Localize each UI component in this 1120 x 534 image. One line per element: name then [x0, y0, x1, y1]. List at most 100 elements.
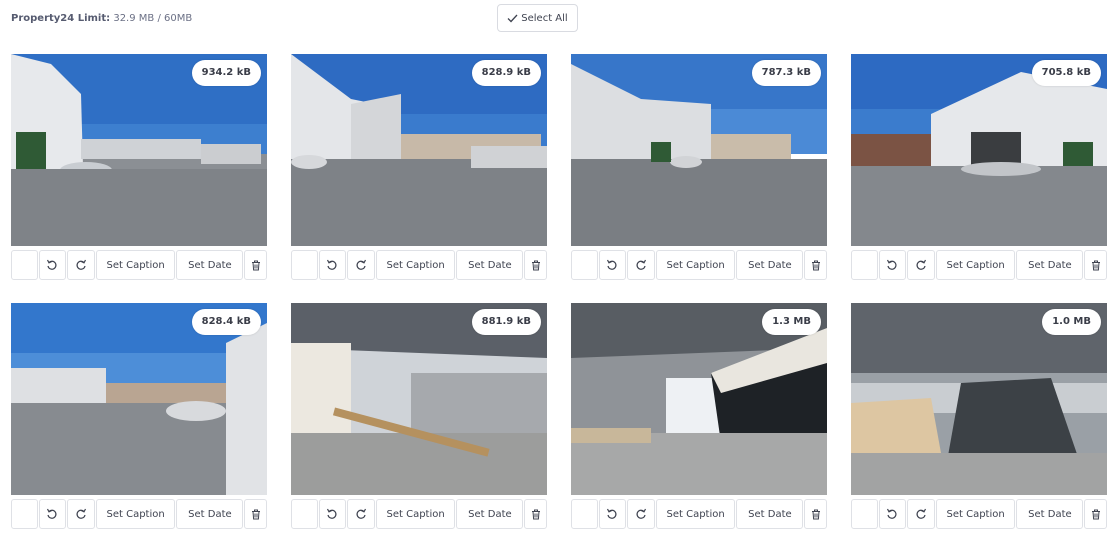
rotate-right-button[interactable]: [347, 499, 375, 529]
photo-card: 881.9 kB Set Caption Set Date: [291, 303, 548, 529]
file-size-badge: 828.9 kB: [471, 60, 541, 86]
photo-thumbnail[interactable]: 1.3 MB: [571, 303, 827, 495]
rotate-right-button[interactable]: [67, 499, 95, 529]
limit-label: Property24 Limit:: [11, 13, 111, 24]
file-size-badge: 787.3 kB: [751, 60, 821, 86]
set-caption-button[interactable]: Set Caption: [655, 499, 736, 529]
trash-icon: [1091, 509, 1100, 519]
set-date-button[interactable]: Set Date: [736, 499, 804, 529]
set-caption-button[interactable]: Set Caption: [935, 250, 1016, 280]
rotate-left-button[interactable]: [318, 499, 347, 529]
select-checkbox[interactable]: [571, 250, 598, 280]
file-size-badge: 705.8 kB: [1031, 60, 1101, 86]
file-size-badge: 828.4 kB: [191, 309, 261, 335]
rotate-right-icon: [636, 508, 646, 519]
rotate-left-icon: [607, 259, 617, 270]
select-checkbox[interactable]: [11, 250, 38, 280]
photo-thumbnail[interactable]: 934.2 kB: [11, 54, 267, 246]
set-caption-button[interactable]: Set Caption: [95, 250, 176, 280]
set-caption-button[interactable]: Set Caption: [935, 499, 1016, 529]
rotate-right-icon: [356, 259, 366, 270]
rotate-left-button[interactable]: [878, 499, 907, 529]
rotate-right-icon: [76, 508, 86, 519]
photo-card: 828.4 kB Set Caption Set Date: [11, 303, 268, 529]
rotate-right-icon: [916, 508, 926, 519]
rotate-right-button[interactable]: [907, 250, 935, 280]
set-date-button[interactable]: Set Date: [736, 250, 804, 280]
photo-actions: Set Caption Set Date: [851, 250, 1108, 280]
photo-thumbnail[interactable]: 1.0 MB: [851, 303, 1107, 495]
file-size-badge: 1.0 MB: [1042, 309, 1101, 335]
photo-card: 1.0 MB Set Caption Set Date: [851, 303, 1108, 529]
delete-button[interactable]: [524, 250, 548, 280]
rotate-left-button[interactable]: [38, 499, 67, 529]
delete-button[interactable]: [1084, 250, 1108, 280]
rotate-left-button[interactable]: [878, 250, 907, 280]
photo-thumbnail[interactable]: 705.8 kB: [851, 54, 1107, 246]
set-date-button[interactable]: Set Date: [176, 250, 244, 280]
set-date-button[interactable]: Set Date: [176, 499, 244, 529]
file-size-badge: 881.9 kB: [471, 309, 541, 335]
set-date-button[interactable]: Set Date: [1016, 499, 1084, 529]
photo-actions: Set Caption Set Date: [11, 499, 268, 529]
rotate-right-button[interactable]: [347, 250, 375, 280]
file-size-badge: 1.3 MB: [762, 309, 821, 335]
trash-icon: [251, 260, 260, 270]
delete-button[interactable]: [804, 250, 828, 280]
rotate-left-button[interactable]: [318, 250, 347, 280]
trash-icon: [531, 509, 540, 519]
check-icon: [507, 14, 518, 22]
rotate-left-icon: [47, 508, 57, 519]
set-date-button[interactable]: Set Date: [456, 250, 524, 280]
rotate-left-icon: [607, 508, 617, 519]
file-size-badge: 934.2 kB: [191, 60, 261, 86]
delete-button[interactable]: [244, 250, 268, 280]
select-checkbox[interactable]: [571, 499, 598, 529]
set-caption-button[interactable]: Set Caption: [375, 250, 456, 280]
photo-card: 787.3 kB Set Caption Set Date: [571, 54, 828, 280]
photo-actions: Set Caption Set Date: [571, 499, 828, 529]
select-checkbox[interactable]: [851, 499, 878, 529]
delete-button[interactable]: [524, 499, 548, 529]
photo-card: 1.3 MB Set Caption Set Date: [571, 303, 828, 529]
rotate-left-button[interactable]: [598, 250, 627, 280]
photo-thumbnail[interactable]: 828.9 kB: [291, 54, 547, 246]
trash-icon: [531, 260, 540, 270]
rotate-left-button[interactable]: [38, 250, 67, 280]
set-date-button[interactable]: Set Date: [456, 499, 524, 529]
upload-limit: Property24 Limit: 32.9 MB / 60MB: [11, 13, 192, 24]
set-caption-button[interactable]: Set Caption: [375, 499, 456, 529]
select-checkbox[interactable]: [851, 250, 878, 280]
rotate-right-button[interactable]: [627, 499, 655, 529]
photo-actions: Set Caption Set Date: [11, 250, 268, 280]
delete-button[interactable]: [244, 499, 268, 529]
photo-thumbnail[interactable]: 828.4 kB: [11, 303, 267, 495]
photo-actions: Set Caption Set Date: [291, 250, 548, 280]
trash-icon: [811, 509, 820, 519]
photo-thumbnail[interactable]: 881.9 kB: [291, 303, 547, 495]
set-date-button[interactable]: Set Date: [1016, 250, 1084, 280]
select-checkbox[interactable]: [11, 499, 38, 529]
rotate-left-button[interactable]: [598, 499, 627, 529]
set-caption-button[interactable]: Set Caption: [655, 250, 736, 280]
set-caption-button[interactable]: Set Caption: [95, 499, 176, 529]
delete-button[interactable]: [804, 499, 828, 529]
rotate-left-icon: [887, 508, 897, 519]
trash-icon: [811, 260, 820, 270]
photo-actions: Set Caption Set Date: [571, 250, 828, 280]
rotate-right-button[interactable]: [907, 499, 935, 529]
rotate-right-button[interactable]: [627, 250, 655, 280]
select-checkbox[interactable]: [291, 250, 318, 280]
rotate-left-icon: [327, 508, 337, 519]
rotate-right-icon: [636, 259, 646, 270]
rotate-right-icon: [76, 259, 86, 270]
select-all-button[interactable]: Select All: [497, 4, 578, 32]
rotate-left-icon: [327, 259, 337, 270]
photo-thumbnail[interactable]: 787.3 kB: [571, 54, 827, 246]
rotate-right-button[interactable]: [67, 250, 95, 280]
select-checkbox[interactable]: [291, 499, 318, 529]
trash-icon: [1091, 260, 1100, 270]
trash-icon: [251, 509, 260, 519]
delete-button[interactable]: [1084, 499, 1108, 529]
photo-card: 705.8 kB Set Caption Set Date: [851, 54, 1108, 280]
